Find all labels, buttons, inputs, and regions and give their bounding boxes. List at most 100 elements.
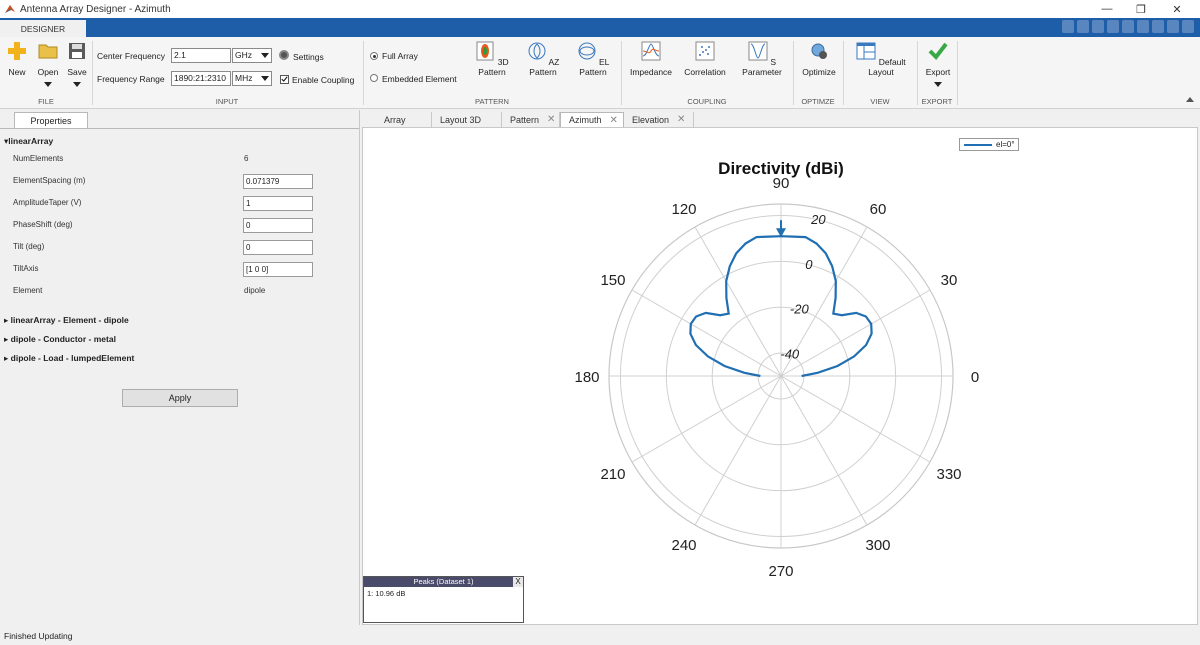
close-tab-icon[interactable]: ✕: [677, 114, 685, 125]
radial-tick-label: -20: [790, 302, 810, 317]
prop-value-numelements: 6: [244, 154, 249, 163]
correlation-label: Correlation: [684, 67, 726, 77]
peaks-close-button[interactable]: X: [513, 577, 523, 587]
tiltaxis-input[interactable]: [1 0 0]: [243, 262, 313, 277]
help-icon[interactable]: [1167, 20, 1179, 33]
peaks-table[interactable]: Peaks (Dataset 1) X 1: 10.96 dB: [363, 576, 524, 623]
az-pattern-button[interactable]: AZ Pattern: [520, 41, 566, 77]
tab-designer[interactable]: DESIGNER: [0, 20, 86, 37]
export-label: Export: [925, 67, 951, 77]
polar-grid: [608, 203, 954, 549]
gear-icon[interactable]: [279, 50, 289, 60]
matlab-logo-icon: [5, 5, 15, 13]
tab-array[interactable]: Array: [376, 112, 432, 127]
optimize-label: Optimize: [802, 67, 836, 77]
center-frequency-input[interactable]: 2.1: [171, 48, 231, 63]
group-load-lumpedelement[interactable]: ▸ dipole - Load - lumpedElement: [4, 353, 134, 364]
embedded-element-radio[interactable]: [370, 74, 378, 82]
paste-quick-icon[interactable]: [1107, 20, 1119, 33]
document-tabs: Array Layout 3D Pattern ✕ Azimuth ✕ Elevat…: [362, 110, 1200, 127]
window-title: Antenna Array Designer - Azimuth: [20, 3, 171, 15]
close-tab-icon[interactable]: ✕: [610, 115, 618, 126]
optimize-button[interactable]: Optimize: [797, 41, 841, 77]
amplitudetaper-input[interactable]: 1: [243, 196, 313, 211]
ribbon: New Open Save FILE Center Frequency 2.1 …: [0, 37, 1200, 109]
tab-properties[interactable]: Properties: [14, 112, 88, 128]
enable-coupling-label: Enable Coupling: [292, 75, 355, 85]
switch-windows-icon[interactable]: [1152, 20, 1164, 33]
peak-entry[interactable]: 1: 10.96 dB: [364, 587, 523, 600]
frequency-range-unit-value: MHz: [235, 73, 253, 83]
default-layout-button[interactable]: Default Layout: [848, 41, 914, 77]
phaseshift-input[interactable]: 0: [243, 218, 313, 233]
frequency-range-input[interactable]: 1890:21:2310: [171, 71, 231, 86]
redo-quick-icon[interactable]: [1137, 20, 1149, 33]
quick-access-toolbar: [1062, 20, 1194, 33]
chevron-down-icon: [261, 76, 269, 81]
tab-elevation[interactable]: Elevation ✕: [624, 112, 694, 127]
el-pattern-button[interactable]: EL Pattern: [570, 41, 616, 77]
az-pattern-icon: [528, 42, 546, 60]
angle-tick-label: 90: [773, 175, 790, 192]
close-tab-icon[interactable]: ✕: [547, 114, 555, 125]
optimize-icon: [811, 43, 827, 59]
tab-pattern[interactable]: Pattern ✕: [502, 112, 560, 127]
cut-quick-icon[interactable]: [1077, 20, 1089, 33]
restore-button[interactable]: ❐: [1126, 0, 1156, 18]
angle-tick-label: 300: [865, 537, 890, 554]
section-file: FILE: [38, 97, 54, 106]
angle-tick-label: 270: [768, 563, 793, 580]
open-button[interactable]: Open: [34, 41, 62, 87]
group-conductor-metal[interactable]: ▸ dipole - Conductor - metal: [4, 334, 116, 345]
frequency-range-label: Frequency Range: [97, 74, 165, 84]
tab-layout-3d[interactable]: Layout 3D: [432, 112, 502, 127]
save-button[interactable]: Save: [64, 41, 90, 87]
enable-coupling-checkbox[interactable]: [280, 75, 289, 84]
angle-tick-label: 330: [936, 466, 961, 483]
group-linear-array[interactable]: ▾linearArray: [4, 136, 53, 147]
angle-tick-label: 30: [941, 272, 958, 289]
center-frequency-unit-select[interactable]: GHz: [232, 48, 272, 63]
impedance-button[interactable]: Impedance: [626, 41, 676, 77]
radial-tick-label: 0: [805, 257, 813, 272]
save-quick-icon[interactable]: [1062, 20, 1074, 33]
frequency-range-unit-select[interactable]: MHz: [232, 71, 272, 86]
s-parameter-button[interactable]: S Parameter: [734, 41, 790, 77]
legend-swatch: [964, 143, 992, 146]
group-element-dipole[interactable]: ▸ linearArray - Element - dipole: [4, 315, 129, 326]
open-label: Open: [37, 67, 59, 77]
tab-azimuth[interactable]: Azimuth ✕: [560, 112, 624, 127]
3d-pattern-button[interactable]: 3D Pattern: [468, 41, 516, 77]
elementspacing-input[interactable]: 0.071379: [243, 174, 313, 189]
options-icon[interactable]: [1182, 20, 1194, 33]
separator: [92, 41, 93, 105]
tilt-input[interactable]: 0: [243, 240, 313, 255]
prop-name-tilt: Tilt (deg): [13, 242, 45, 251]
undo-quick-icon[interactable]: [1122, 20, 1134, 33]
triangle-right-icon: ▸: [4, 334, 11, 344]
close-button[interactable]: ✕: [1162, 0, 1192, 18]
new-button[interactable]: New: [4, 41, 30, 77]
full-array-radio[interactable]: [370, 52, 378, 60]
correlation-icon: [695, 41, 715, 61]
export-dropdown-icon: [934, 82, 942, 87]
checkmark-icon: [928, 42, 948, 61]
apply-button[interactable]: Apply: [122, 389, 238, 407]
tab-label: Pattern: [510, 114, 540, 125]
copy-quick-icon[interactable]: [1092, 20, 1104, 33]
full-array-label: Full Array: [382, 51, 418, 61]
angle-tick-label: 180: [574, 369, 599, 386]
minimize-button[interactable]: —: [1092, 0, 1122, 18]
polar-plot: Directivity (dBi) 0306090120150180210240…: [574, 159, 979, 580]
settings-button[interactable]: Settings: [293, 52, 324, 62]
export-button[interactable]: Export: [920, 41, 956, 87]
separator: [363, 41, 364, 105]
section-export: EXPORT: [921, 97, 953, 106]
angle-tick-label: 60: [870, 201, 887, 218]
angle-tick-label: 120: [671, 201, 696, 218]
collapse-ribbon-icon[interactable]: [1186, 97, 1194, 102]
peaks-title: Peaks (Dataset 1): [413, 577, 474, 586]
properties-body: ▾linearArray NumElements 6 ElementSpacin…: [0, 128, 359, 625]
correlation-button[interactable]: Correlation: [680, 41, 730, 77]
legend[interactable]: el=0°: [959, 138, 1019, 151]
